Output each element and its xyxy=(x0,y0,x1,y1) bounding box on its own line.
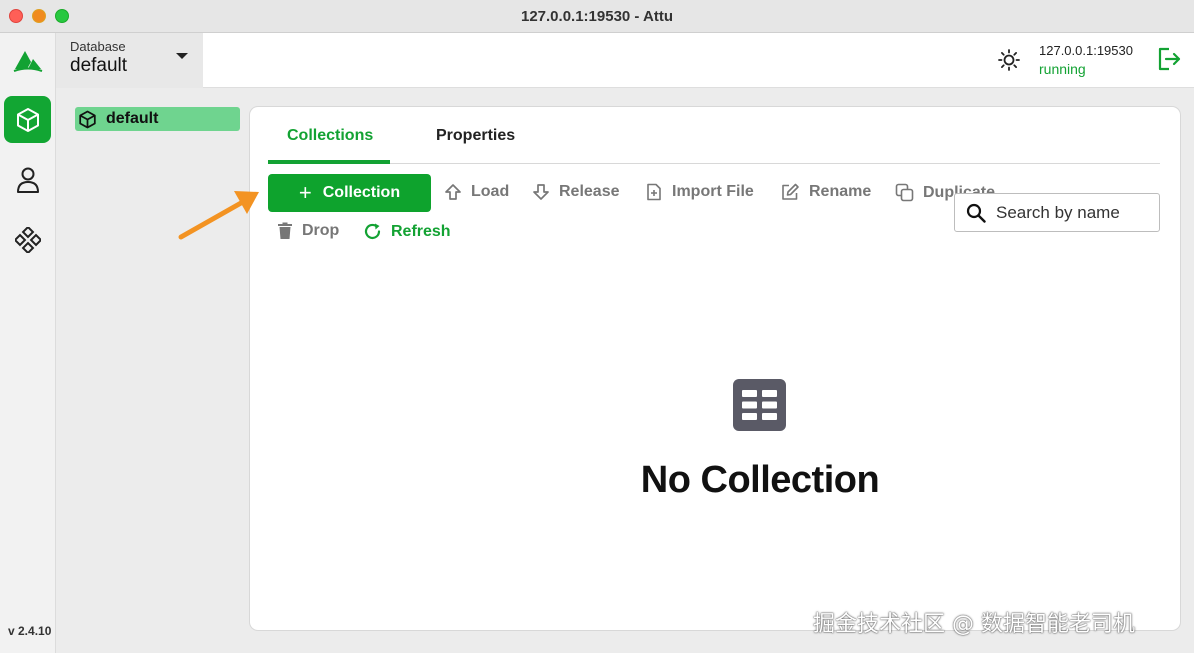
plus-icon: + xyxy=(298,180,312,205)
sun-icon[interactable] xyxy=(998,49,1020,71)
refresh-icon xyxy=(364,223,381,240)
release-button[interactable]: Release xyxy=(532,183,620,201)
milvus-logo-icon[interactable] xyxy=(11,45,45,75)
load-button[interactable]: Load xyxy=(444,183,509,201)
title-bar: 127.0.0.1:19530 - Attu xyxy=(0,0,1194,33)
load-label: Load xyxy=(471,183,510,200)
database-select[interactable]: Database default xyxy=(56,33,203,88)
tree-item-label: default xyxy=(106,110,159,127)
create-collection-button[interactable]: + Collection xyxy=(268,174,431,212)
import-file-button[interactable]: Import File xyxy=(645,183,754,201)
refresh-button[interactable]: Refresh xyxy=(363,222,451,241)
tab-properties[interactable]: Properties xyxy=(436,127,515,145)
search-input[interactable] xyxy=(996,202,1156,223)
release-label: Release xyxy=(559,183,620,200)
search-icon xyxy=(966,203,986,223)
nav-databases-button[interactable] xyxy=(4,96,51,143)
collections-card: Collections Properties + Collection Load… xyxy=(250,107,1180,630)
annotation-arrow-icon xyxy=(178,191,259,240)
edit-icon xyxy=(782,183,799,200)
tab-collections[interactable]: Collections xyxy=(287,127,373,145)
tab-bar: Collections Properties xyxy=(268,107,1160,164)
rename-label: Rename xyxy=(809,183,872,200)
cube-icon xyxy=(16,107,39,132)
drop-button[interactable]: Drop xyxy=(277,222,339,240)
active-tab-indicator xyxy=(268,160,390,164)
nav-users-button[interactable] xyxy=(4,156,51,203)
create-collection-label: Collection xyxy=(322,184,401,201)
window-title: 127.0.0.1:19530 - Attu xyxy=(520,8,674,25)
drop-label: Drop xyxy=(302,222,340,239)
app-version: v 2.4.10 xyxy=(8,624,52,638)
refresh-label: Refresh xyxy=(391,222,451,240)
import-file-label: Import File xyxy=(672,183,754,200)
top-header: Database default 127.0.0.1:19530 running xyxy=(56,33,1194,88)
arrow-up-icon xyxy=(445,184,461,200)
cube-icon xyxy=(79,110,96,128)
server-address: 127.0.0.1:19530 xyxy=(1039,43,1133,58)
nav-rail: v 2.4.10 xyxy=(0,33,56,653)
tree-item-default[interactable]: default xyxy=(75,107,240,131)
database-select-label: Database xyxy=(70,39,126,54)
table-icon xyxy=(733,379,786,431)
empty-state-message: No Collection xyxy=(640,459,880,501)
rename-button[interactable]: Rename xyxy=(781,183,871,201)
file-plus-icon xyxy=(647,183,661,201)
copy-icon xyxy=(895,183,914,202)
database-tree: default xyxy=(56,88,250,653)
logout-icon[interactable] xyxy=(1156,46,1182,72)
caret-down-icon xyxy=(176,53,188,59)
watermark-text: 掘金技术社区 @ 数据智能老司机 xyxy=(813,612,1135,637)
nav-system-button[interactable] xyxy=(4,216,51,263)
user-icon xyxy=(16,167,39,193)
server-status: running xyxy=(1039,61,1086,77)
system-icon xyxy=(14,226,41,253)
search-box[interactable] xyxy=(954,193,1160,232)
trash-icon xyxy=(278,222,292,239)
arrow-down-icon xyxy=(533,184,549,200)
